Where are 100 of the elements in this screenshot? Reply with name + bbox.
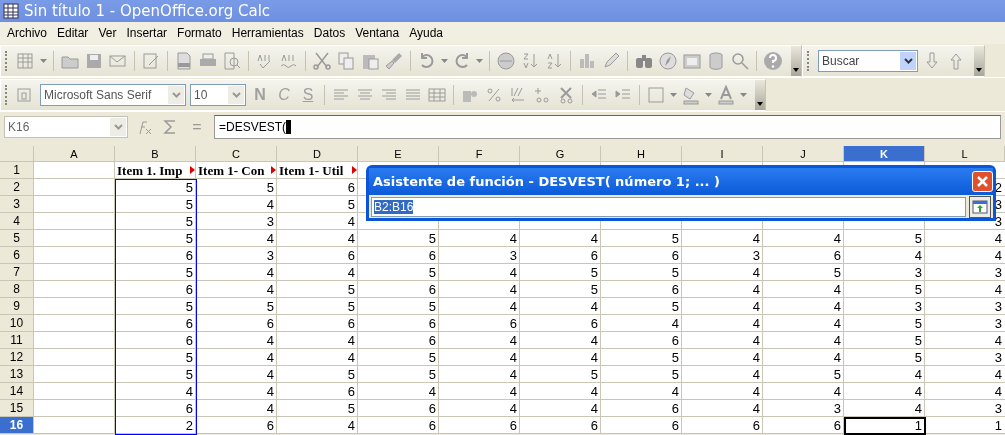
edit-icon[interactable]: [141, 50, 161, 71]
row-header[interactable]: 14: [0, 383, 34, 400]
table-cell: 6: [590, 316, 598, 331]
toolbar-overflow-button[interactable]: [974, 45, 984, 76]
table-cell: 6: [185, 282, 193, 297]
column-header[interactable]: D: [277, 146, 358, 162]
table-cell: 5: [266, 299, 274, 314]
table-cell: 4: [752, 367, 760, 382]
close-button[interactable]: [972, 171, 993, 192]
paintbrush-icon[interactable]: [384, 50, 404, 71]
row-header[interactable]: 12: [0, 349, 34, 366]
table-cell: 5: [347, 197, 355, 212]
help-icon[interactable]: [763, 50, 783, 71]
row-header[interactable]: 2: [0, 179, 34, 196]
table-cell: 4: [266, 350, 274, 365]
row-header[interactable]: 10: [0, 315, 34, 332]
toolbar-overflow-button[interactable]: [791, 45, 801, 76]
column-header[interactable]: C: [196, 146, 277, 162]
name-box[interactable]: K16: [4, 116, 128, 138]
caret-icon[interactable]: [670, 92, 677, 97]
table-cell: 5: [185, 265, 193, 280]
table-cell: 6: [509, 418, 517, 433]
pdf-icon[interactable]: [174, 50, 194, 71]
font-color-icon[interactable]: [716, 84, 736, 105]
table-cell: 4: [752, 384, 760, 399]
column-header[interactable]: F: [439, 146, 520, 162]
menu-item[interactable]: Formato: [172, 26, 227, 40]
menu-item[interactable]: Editar: [52, 26, 94, 40]
paint-bucket-icon[interactable]: [681, 84, 701, 105]
column-title: Item 1. Imp: [117, 162, 183, 179]
table-cell: 4: [752, 401, 760, 416]
row-header[interactable]: 5: [0, 230, 34, 247]
column-header[interactable]: G: [520, 146, 601, 162]
row-header[interactable]: 13: [0, 366, 34, 383]
table-cell: 5: [347, 282, 355, 297]
font-size-field[interactable]: 10: [190, 83, 246, 106]
table-cell: 6: [752, 418, 760, 433]
range-input[interactable]: B2:B16: [371, 196, 966, 217]
toolbar-overflow-button[interactable]: [755, 79, 765, 110]
row-header[interactable]: 9: [0, 298, 34, 315]
column-header[interactable]: B: [115, 146, 196, 162]
database-icon[interactable]: [706, 50, 726, 71]
row-header[interactable]: 15: [0, 400, 34, 417]
menu-item[interactable]: Ver: [93, 26, 122, 40]
column-header[interactable]: A: [34, 146, 115, 162]
select-all-corner[interactable]: [0, 146, 34, 162]
row-header[interactable]: 6: [0, 247, 34, 264]
formula-input[interactable]: =DESVEST(: [214, 115, 1001, 139]
menu-item[interactable]: Ventana: [350, 26, 405, 40]
menu-item[interactable]: Datos: [308, 26, 351, 40]
borders-icon[interactable]: [646, 84, 666, 105]
menu-item[interactable]: Insertar: [121, 26, 173, 40]
table-cell: 4: [509, 350, 517, 365]
caret-icon[interactable]: [740, 92, 747, 97]
row-header[interactable]: 3: [0, 196, 34, 213]
table-cell: 4: [590, 384, 598, 399]
table-cell: 4: [347, 214, 355, 229]
row-header[interactable]: 7: [0, 264, 34, 281]
table-cell: 3: [994, 350, 1002, 365]
table-icon[interactable]: [16, 50, 36, 71]
row-header[interactable]: 4: [0, 213, 34, 230]
row-header[interactable]: 11: [0, 332, 34, 349]
table-cell: 5: [428, 350, 436, 365]
table-cell: 4: [347, 418, 355, 433]
table-cell: 4: [994, 282, 1002, 297]
column-header[interactable]: L: [925, 146, 1005, 162]
menu-item[interactable]: Ayuda: [404, 26, 448, 40]
caret-icon[interactable]: [705, 92, 712, 97]
pencil-icon[interactable]: [601, 50, 621, 71]
search-field[interactable]: Buscar: [818, 49, 918, 72]
font-name-field[interactable]: Microsoft Sans Serif: [40, 83, 186, 106]
zoom-icon[interactable]: [730, 50, 750, 71]
preview-icon[interactable]: [222, 50, 242, 71]
table-cell: 4: [994, 231, 1002, 246]
column-header[interactable]: E: [358, 146, 439, 162]
column-header[interactable]: H: [601, 146, 682, 162]
table-cell: 5: [185, 214, 193, 229]
table-cell: 3: [994, 197, 1002, 212]
caret-icon[interactable]: [441, 58, 448, 63]
compass-icon[interactable]: [658, 50, 678, 71]
table-cell: 4: [266, 231, 274, 246]
expand-button[interactable]: [969, 195, 991, 218]
menu-item[interactable]: Archivo: [2, 26, 52, 40]
row-header[interactable]: 16: [0, 417, 34, 434]
table-cell: 6: [428, 333, 436, 348]
column-header[interactable]: K: [844, 146, 925, 162]
chevron-down-icon: [903, 57, 913, 64]
row-header[interactable]: 1: [0, 162, 34, 179]
row-header[interactable]: 8: [0, 281, 34, 298]
copy-icon[interactable]: [336, 50, 356, 71]
column-header[interactable]: J: [763, 146, 844, 162]
table-cell: 4: [509, 333, 517, 348]
menu-item[interactable]: Herramientas: [226, 26, 309, 40]
caret-icon[interactable]: [476, 58, 483, 63]
table-cell: 5: [833, 367, 841, 382]
column-header[interactable]: I: [682, 146, 763, 162]
caret-icon[interactable]: [40, 58, 47, 63]
scissors-icon[interactable]: [312, 50, 332, 71]
table-cell: 5: [671, 299, 679, 314]
sort-ascending-icon[interactable]: [520, 50, 540, 71]
